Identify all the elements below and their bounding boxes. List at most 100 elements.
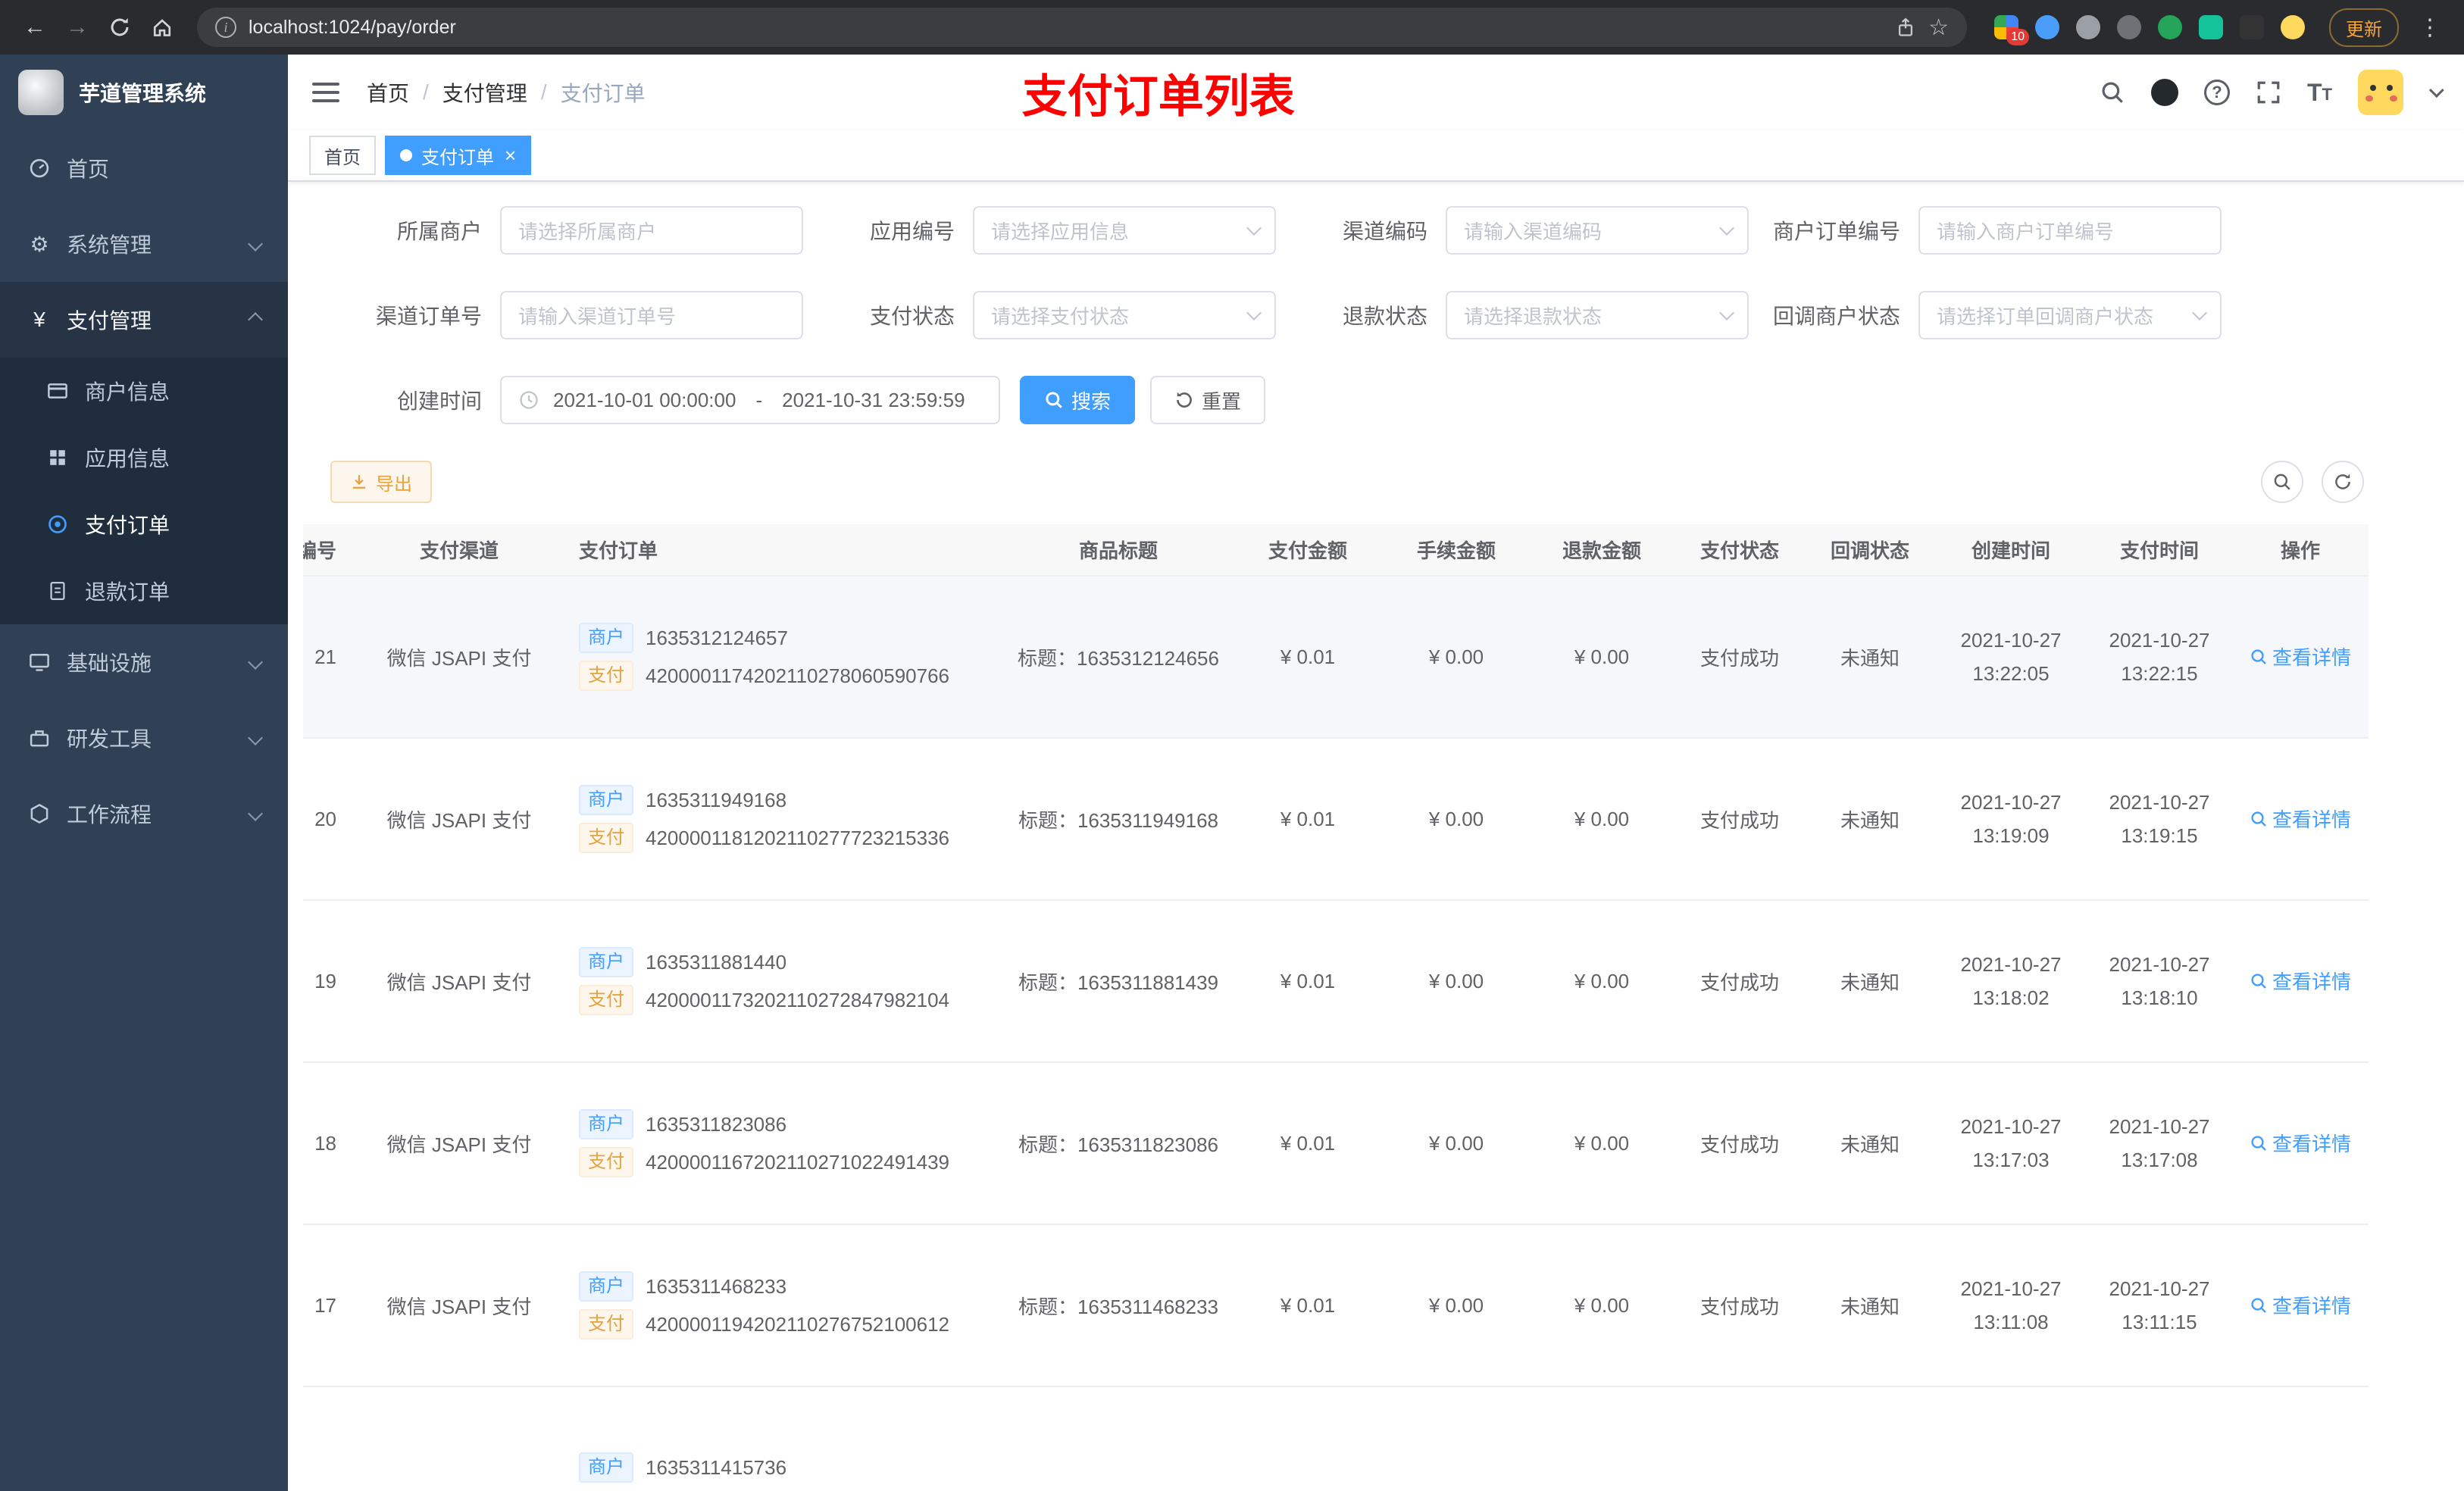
address-bar[interactable]: i localhost:1024/pay/order ☆ bbox=[197, 8, 1967, 47]
bank-card-icon bbox=[45, 379, 70, 403]
github-icon[interactable] bbox=[2151, 79, 2178, 106]
chevron-down-icon bbox=[248, 236, 263, 252]
help-icon[interactable]: ? bbox=[2204, 80, 2230, 105]
merchant-select[interactable]: 请选择所属商户 bbox=[500, 206, 803, 255]
chevron-down-icon[interactable] bbox=[2428, 83, 2444, 98]
forward-icon[interactable]: → bbox=[58, 8, 97, 47]
merchant-order-no: 1635311468233 bbox=[646, 1275, 787, 1298]
extension-icon-gray-1[interactable] bbox=[2076, 15, 2100, 39]
tab-pay-order[interactable]: 支付订单 × bbox=[385, 136, 532, 175]
sidebar-subitem-label: 退款订单 bbox=[85, 580, 170, 604]
extension-icon-green-1[interactable] bbox=[2158, 15, 2182, 39]
table-row: 21 微信 JSAPI 支付 商户 1635312124657 支付 4200001… bbox=[303, 576, 2369, 739]
extensions-cluster: 10 bbox=[1994, 15, 2305, 45]
cell-create-time: 2021-10-27 13:19:09 bbox=[1935, 738, 2087, 901]
extension-icon-green-2[interactable] bbox=[2199, 15, 2223, 39]
sidebar-item-label: 系统管理 bbox=[67, 233, 152, 257]
cell-channel: 微信 JSAPI 支付 bbox=[361, 576, 558, 739]
cell-id: 19 bbox=[303, 900, 361, 1063]
col-id: 编号 bbox=[303, 524, 361, 577]
cell-order: 商户 1635311823086 支付 4200001167202110271022… bbox=[558, 1062, 1005, 1225]
back-icon[interactable]: ← bbox=[15, 8, 55, 47]
sidebar-logo-row: 芋道管理系统 bbox=[0, 55, 288, 130]
navbar-actions: ? TT bbox=[2100, 70, 2444, 115]
breadcrumb-section[interactable]: 支付管理 bbox=[442, 77, 527, 108]
channel-order-no-input[interactable]: 请输入渠道订单号 bbox=[500, 291, 803, 339]
filter-notify-status: 回调商户状态 请选择订单回调商户状态 bbox=[1749, 291, 2222, 339]
sidebar-item-workflow[interactable]: 工作流程 bbox=[0, 776, 288, 852]
view-detail-link[interactable]: 查看详情 bbox=[2250, 805, 2351, 833]
sidebar-item-merchant-info[interactable]: 商户信息 bbox=[0, 358, 288, 424]
cell-id: 21 bbox=[303, 576, 361, 739]
view-detail-link[interactable]: 查看详情 bbox=[2250, 1291, 2351, 1319]
reload-icon[interactable] bbox=[100, 8, 139, 47]
toggle-search-icon[interactable] bbox=[2261, 461, 2303, 503]
sidebar-item-devtools[interactable]: 研发工具 bbox=[0, 700, 288, 776]
cell-pay-time: 2021-10-27 13:11:15 bbox=[2087, 1224, 2232, 1387]
extension-icon-blue[interactable] bbox=[2035, 15, 2059, 39]
pay-tag: 支付 bbox=[579, 985, 633, 1015]
sidebar-subitem-label: 应用信息 bbox=[85, 447, 170, 470]
merchant-order-no: 1635311949168 bbox=[646, 789, 787, 811]
tab-home[interactable]: 首页 bbox=[309, 136, 376, 175]
sidebar-item-home[interactable]: 首页 bbox=[0, 130, 288, 206]
col-order: 支付订单 bbox=[558, 524, 1005, 577]
filter-label: 渠道订单号 bbox=[375, 305, 482, 328]
reset-button[interactable]: 重置 bbox=[1150, 376, 1266, 424]
site-info-icon[interactable]: i bbox=[215, 17, 236, 38]
filter-label: 应用编号 bbox=[869, 220, 955, 243]
font-size-icon[interactable]: TT bbox=[2307, 80, 2332, 105]
home-icon[interactable] bbox=[142, 8, 182, 47]
cell-amount: ¥ 0.01 bbox=[1232, 900, 1384, 1063]
placeholder-text: 请输入商户订单编号 bbox=[1937, 220, 2115, 243]
sidebar-item-infra[interactable]: 基础设施 bbox=[0, 624, 288, 700]
filter-label: 所属商户 bbox=[396, 220, 482, 243]
close-icon[interactable]: × bbox=[505, 144, 516, 167]
share-icon[interactable] bbox=[1895, 17, 1916, 38]
chevron-up-icon bbox=[248, 312, 263, 327]
fullscreen-icon[interactable] bbox=[2256, 80, 2281, 105]
col-amount: 支付金额 bbox=[1232, 524, 1384, 577]
cell-create-time: 2021-10-27 13:17:03 bbox=[1935, 1062, 2087, 1225]
search-button[interactable]: 搜索 bbox=[1020, 376, 1136, 424]
sidebar-item-refund-order[interactable]: 退款订单 bbox=[0, 558, 288, 624]
view-detail-link[interactable]: 查看详情 bbox=[2250, 1129, 2351, 1157]
extensions-grid-icon[interactable]: 10 bbox=[1994, 15, 2029, 45]
date-range-input[interactable]: 2021-10-01 00:00:00 - 2021-10-31 23:59:5… bbox=[500, 376, 1000, 424]
sidebar-toggle-icon[interactable] bbox=[312, 83, 339, 102]
notify-status-select[interactable]: 请选择订单回调商户状态 bbox=[1918, 291, 2222, 339]
extension-icon-dark[interactable] bbox=[2240, 15, 2264, 39]
sidebar-item-pay[interactable]: ¥ 支付管理 bbox=[0, 282, 288, 358]
export-button[interactable]: 导出 bbox=[330, 461, 432, 503]
date-end: 2021-10-31 23:59:59 bbox=[782, 388, 965, 411]
table-row: 19 微信 JSAPI 支付 商户 1635311881440 支付 4200001… bbox=[303, 900, 2369, 1063]
extension-icon-gray-2[interactable] bbox=[2117, 15, 2141, 39]
merchant-order-no-input[interactable]: 请输入商户订单编号 bbox=[1918, 206, 2222, 255]
breadcrumb-home[interactable]: 首页 bbox=[367, 77, 409, 108]
cell-notify: 未通知 bbox=[1805, 900, 1935, 1063]
view-detail-link[interactable]: 查看详情 bbox=[2250, 967, 2351, 995]
cell-refund: ¥ 0.00 bbox=[1529, 1224, 1674, 1387]
bookmark-star-icon[interactable]: ☆ bbox=[1928, 14, 1949, 41]
channel-transaction-no: 4200001173202110272847982104 bbox=[646, 989, 950, 1011]
app-select[interactable]: 请选择应用信息 bbox=[973, 206, 1276, 255]
view-detail-link[interactable]: 查看详情 bbox=[2250, 642, 2351, 670]
browser-profile-avatar[interactable] bbox=[2281, 15, 2305, 39]
sidebar-item-app-info[interactable]: 应用信息 bbox=[0, 424, 288, 491]
sidebar-item-pay-order[interactable]: 支付订单 bbox=[0, 491, 288, 558]
pay-status-select[interactable]: 请选择支付状态 bbox=[973, 291, 1276, 339]
refresh-icon[interactable] bbox=[2322, 461, 2364, 503]
browser-menu-icon[interactable]: ⋮ bbox=[2411, 14, 2449, 41]
table-header-row: 编号 支付渠道 支付订单 商品标题 支付金额 手续金额 退款金额 支付状态 回调… bbox=[303, 524, 2369, 577]
cell-notify: 未通知 bbox=[1805, 738, 1935, 901]
sidebar-item-system[interactable]: ⚙ 系统管理 bbox=[0, 206, 288, 282]
placeholder-text: 请选择退款状态 bbox=[1464, 305, 1603, 328]
placeholder-text: 请选择支付状态 bbox=[991, 305, 1130, 328]
refund-status-select[interactable]: 请选择退款状态 bbox=[1446, 291, 1749, 339]
breadcrumb-separator: / bbox=[540, 80, 547, 104]
user-avatar[interactable] bbox=[2358, 70, 2403, 115]
search-icon[interactable] bbox=[2100, 80, 2125, 105]
merchant-order-no: 1635312124657 bbox=[646, 627, 788, 649]
browser-update-button[interactable]: 更新 bbox=[2329, 8, 2399, 47]
channel-code-select[interactable]: 请输入渠道编码 bbox=[1446, 206, 1749, 255]
